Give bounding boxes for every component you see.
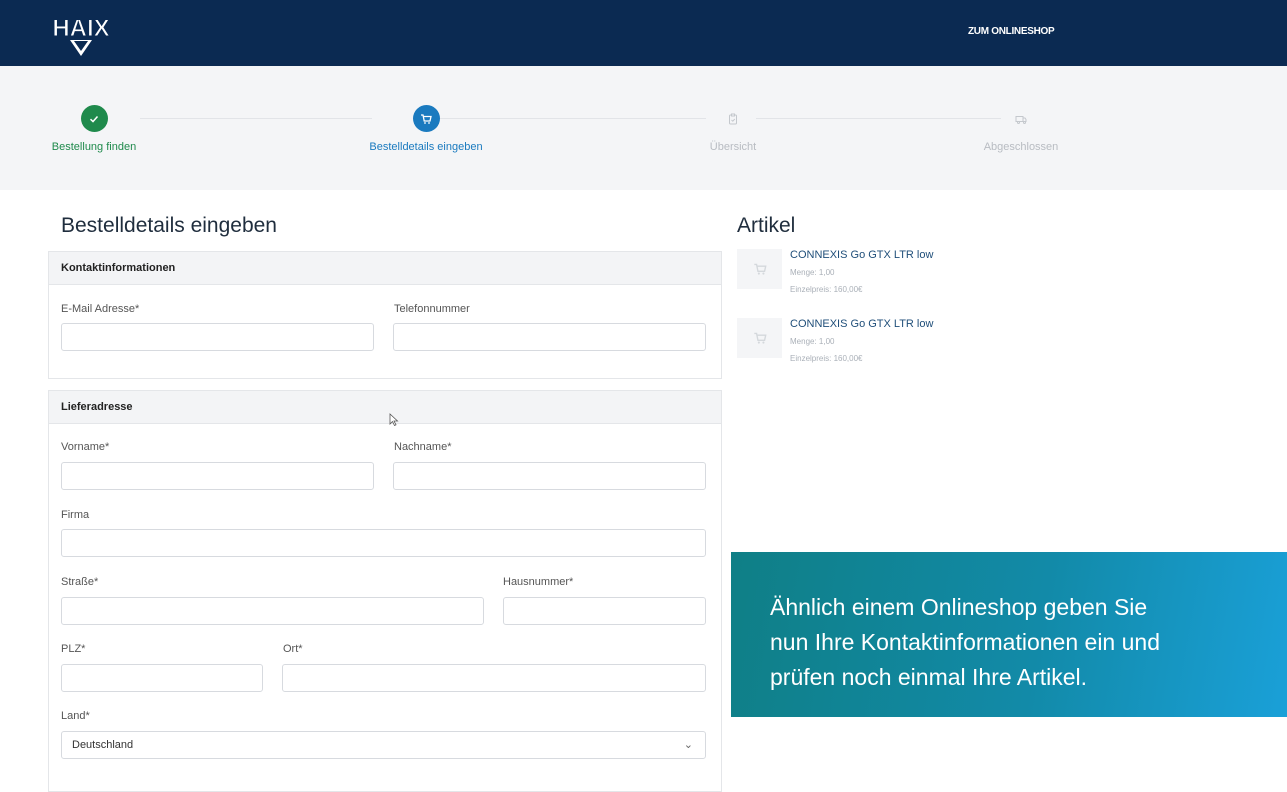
article-quantity: Menge: 1,00	[790, 268, 835, 277]
step-bestellung-finden[interactable]: Bestellung finden	[0, 105, 194, 153]
article-item[interactable]: CONNEXIS Go GTX LTR low Menge: 1,00 Einz…	[737, 318, 1037, 376]
top-navbar: HAIX ZUM ONLINESHOP	[0, 0, 1287, 66]
step-bestelldetails[interactable]: Bestelldetails eingeben	[326, 105, 526, 153]
clipboard-icon	[720, 105, 747, 132]
firstname-label: Vorname*	[61, 441, 110, 453]
contact-panel: Kontaktinformationen	[48, 251, 722, 379]
article-item[interactable]: CONNEXIS Go GTX LTR low Menge: 1,00 Einz…	[737, 249, 1037, 307]
zip-field[interactable]	[61, 664, 263, 692]
country-select[interactable]: Deutschland ⌄	[61, 731, 706, 759]
firstname-field[interactable]	[61, 462, 374, 490]
article-unit-price: Einzelpreis: 160,00€	[790, 354, 863, 363]
cart-placeholder-icon	[737, 318, 782, 358]
article-quantity: Menge: 1,00	[790, 337, 835, 346]
email-label: E-Mail Adresse*	[61, 303, 140, 315]
company-label: Firma	[61, 509, 90, 521]
street-label: Straße*	[61, 576, 99, 588]
logo-text: HAIX	[52, 15, 109, 42]
overlay-line: Ähnlich einem Onlineshop geben Sie	[770, 594, 1148, 620]
step-uebersicht[interactable]: Übersicht	[633, 105, 833, 153]
overlay-line: prüfen noch einmal Ihre Artikel.	[770, 664, 1088, 690]
overlay-line: nun Ihre Kontaktinformationen ein und	[770, 629, 1160, 655]
article-name: CONNEXIS Go GTX LTR low	[790, 249, 934, 261]
step-label: Übersicht	[709, 141, 757, 153]
check-icon	[80, 105, 108, 132]
step-abgeschlossen[interactable]: Abgeschlossen	[921, 105, 1121, 153]
step-label: Abgeschlossen	[983, 141, 1059, 153]
phone-label: Telefonnummer	[394, 303, 470, 315]
lastname-field[interactable]	[393, 462, 706, 490]
step-label: Bestellung finden	[51, 141, 137, 153]
city-label: Ort*	[283, 643, 303, 655]
housenumber-label: Hausnummer*	[503, 576, 574, 588]
lastname-label: Nachname*	[394, 441, 452, 453]
truck-icon	[1008, 105, 1035, 132]
zip-label: PLZ*	[61, 643, 86, 655]
street-field[interactable]	[61, 597, 484, 625]
chevron-down-icon: ⌄	[683, 739, 693, 751]
online-shop-link[interactable]: ZUM ONLINESHOP	[968, 26, 1055, 37]
page-title: Bestelldetails eingeben	[61, 214, 277, 237]
cart-icon	[412, 105, 440, 132]
article-unit-price: Einzelpreis: 160,00€	[790, 285, 863, 294]
company-field[interactable]	[61, 529, 706, 557]
mouse-cursor-icon	[389, 413, 399, 432]
haix-logo[interactable]: HAIX	[46, 10, 116, 58]
article-name: CONNEXIS Go GTX LTR low	[790, 318, 934, 330]
city-field[interactable]	[282, 664, 706, 692]
phone-field[interactable]	[393, 323, 706, 351]
step-label: Bestelldetails eingeben	[369, 141, 483, 153]
tutorial-overlay: Ähnlich einem Onlineshop geben Sie nun I…	[731, 552, 1287, 717]
country-value: Deutschland	[72, 739, 134, 751]
housenumber-field[interactable]	[503, 597, 706, 625]
articles-title: Artikel	[737, 214, 796, 237]
cart-placeholder-icon	[737, 249, 782, 289]
contact-panel-heading: Kontaktinformationen	[49, 252, 721, 285]
email-field[interactable]	[61, 323, 374, 351]
country-label: Land*	[61, 710, 90, 722]
delivery-panel-heading: Lieferadresse	[49, 391, 721, 424]
